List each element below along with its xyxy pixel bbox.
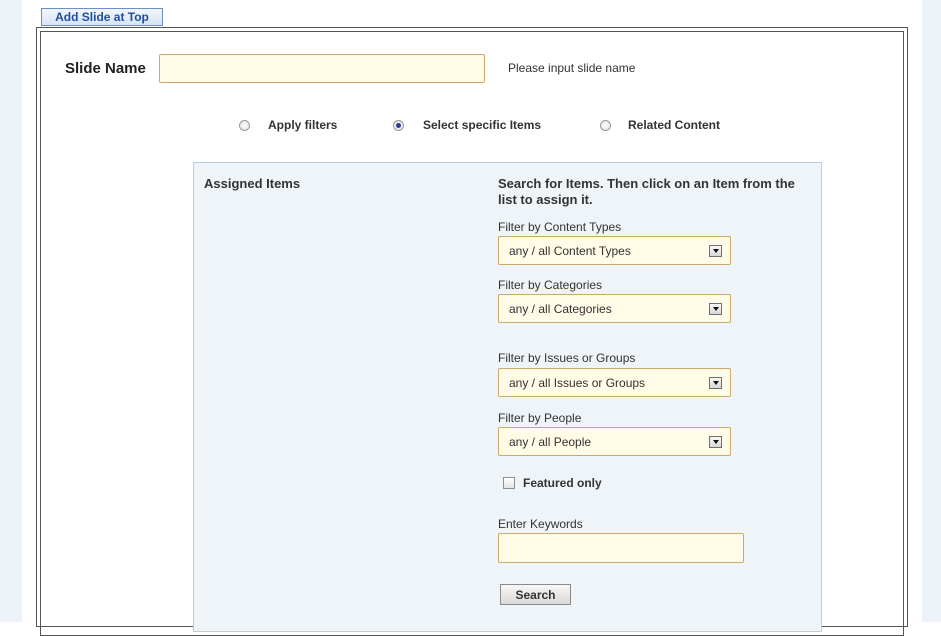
featured-only-checkbox[interactable] <box>503 477 515 489</box>
featured-only-label: Featured only <box>523 476 602 490</box>
radio-label-apply-filters: Apply filters <box>268 118 338 132</box>
add-slide-at-top-button[interactable]: Add Slide at Top <box>41 8 163 26</box>
people-select-value: any / all People <box>509 434 592 449</box>
content-mode-radio-group: Apply filters Select specific Items Rela… <box>0 118 941 134</box>
filter-label-content-types: Filter by Content Types <box>498 220 622 234</box>
categories-select[interactable]: any / all Categories <box>498 294 731 323</box>
slide-name-hint: Please input slide name <box>508 61 636 75</box>
filter-label-issues-groups: Filter by Issues or Groups <box>498 351 636 365</box>
people-select[interactable]: any / all People <box>498 427 731 456</box>
search-button[interactable]: Search <box>500 584 571 605</box>
categories-select-value: any / all Categories <box>509 301 612 316</box>
chevron-down-icon[interactable] <box>709 303 722 315</box>
left-gutter <box>0 0 22 622</box>
keywords-input[interactable] <box>498 533 744 563</box>
radio-option-apply-filters[interactable]: Apply filters <box>239 118 337 132</box>
slide-name-label: Slide Name <box>65 60 146 77</box>
content-types-select-value: any / all Content Types <box>509 243 631 258</box>
keywords-label: Enter Keywords <box>498 517 583 531</box>
content-types-select[interactable]: any / all Content Types <box>498 236 731 265</box>
search-instructions: Search for Items. Then click on an Item … <box>498 176 795 207</box>
filter-label-categories: Filter by Categories <box>498 278 603 292</box>
filter-label-people: Filter by People <box>498 411 582 425</box>
radio-button-select-specific-items[interactable] <box>393 119 404 131</box>
chevron-down-icon[interactable] <box>709 436 722 448</box>
radio-button-apply-filters[interactable] <box>239 119 250 131</box>
slide-name-input[interactable] <box>159 54 485 83</box>
chevron-down-icon[interactable] <box>709 377 722 389</box>
assigned-items-title: Assigned Items <box>204 176 301 191</box>
right-gutter <box>922 0 941 622</box>
chevron-down-icon[interactable] <box>709 245 722 257</box>
radio-option-related-content[interactable]: Related Content <box>600 118 720 132</box>
issues-groups-select[interactable]: any / all Issues or Groups <box>498 368 731 397</box>
featured-only-option[interactable]: Featured only <box>503 476 602 490</box>
radio-button-related-content[interactable] <box>600 119 611 131</box>
radio-label-related-content: Related Content <box>628 118 721 132</box>
issues-groups-select-value: any / all Issues or Groups <box>509 375 646 390</box>
radio-option-select-specific-items[interactable]: Select specific Items <box>393 118 541 132</box>
radio-label-select-specific-items: Select specific Items <box>423 118 542 132</box>
